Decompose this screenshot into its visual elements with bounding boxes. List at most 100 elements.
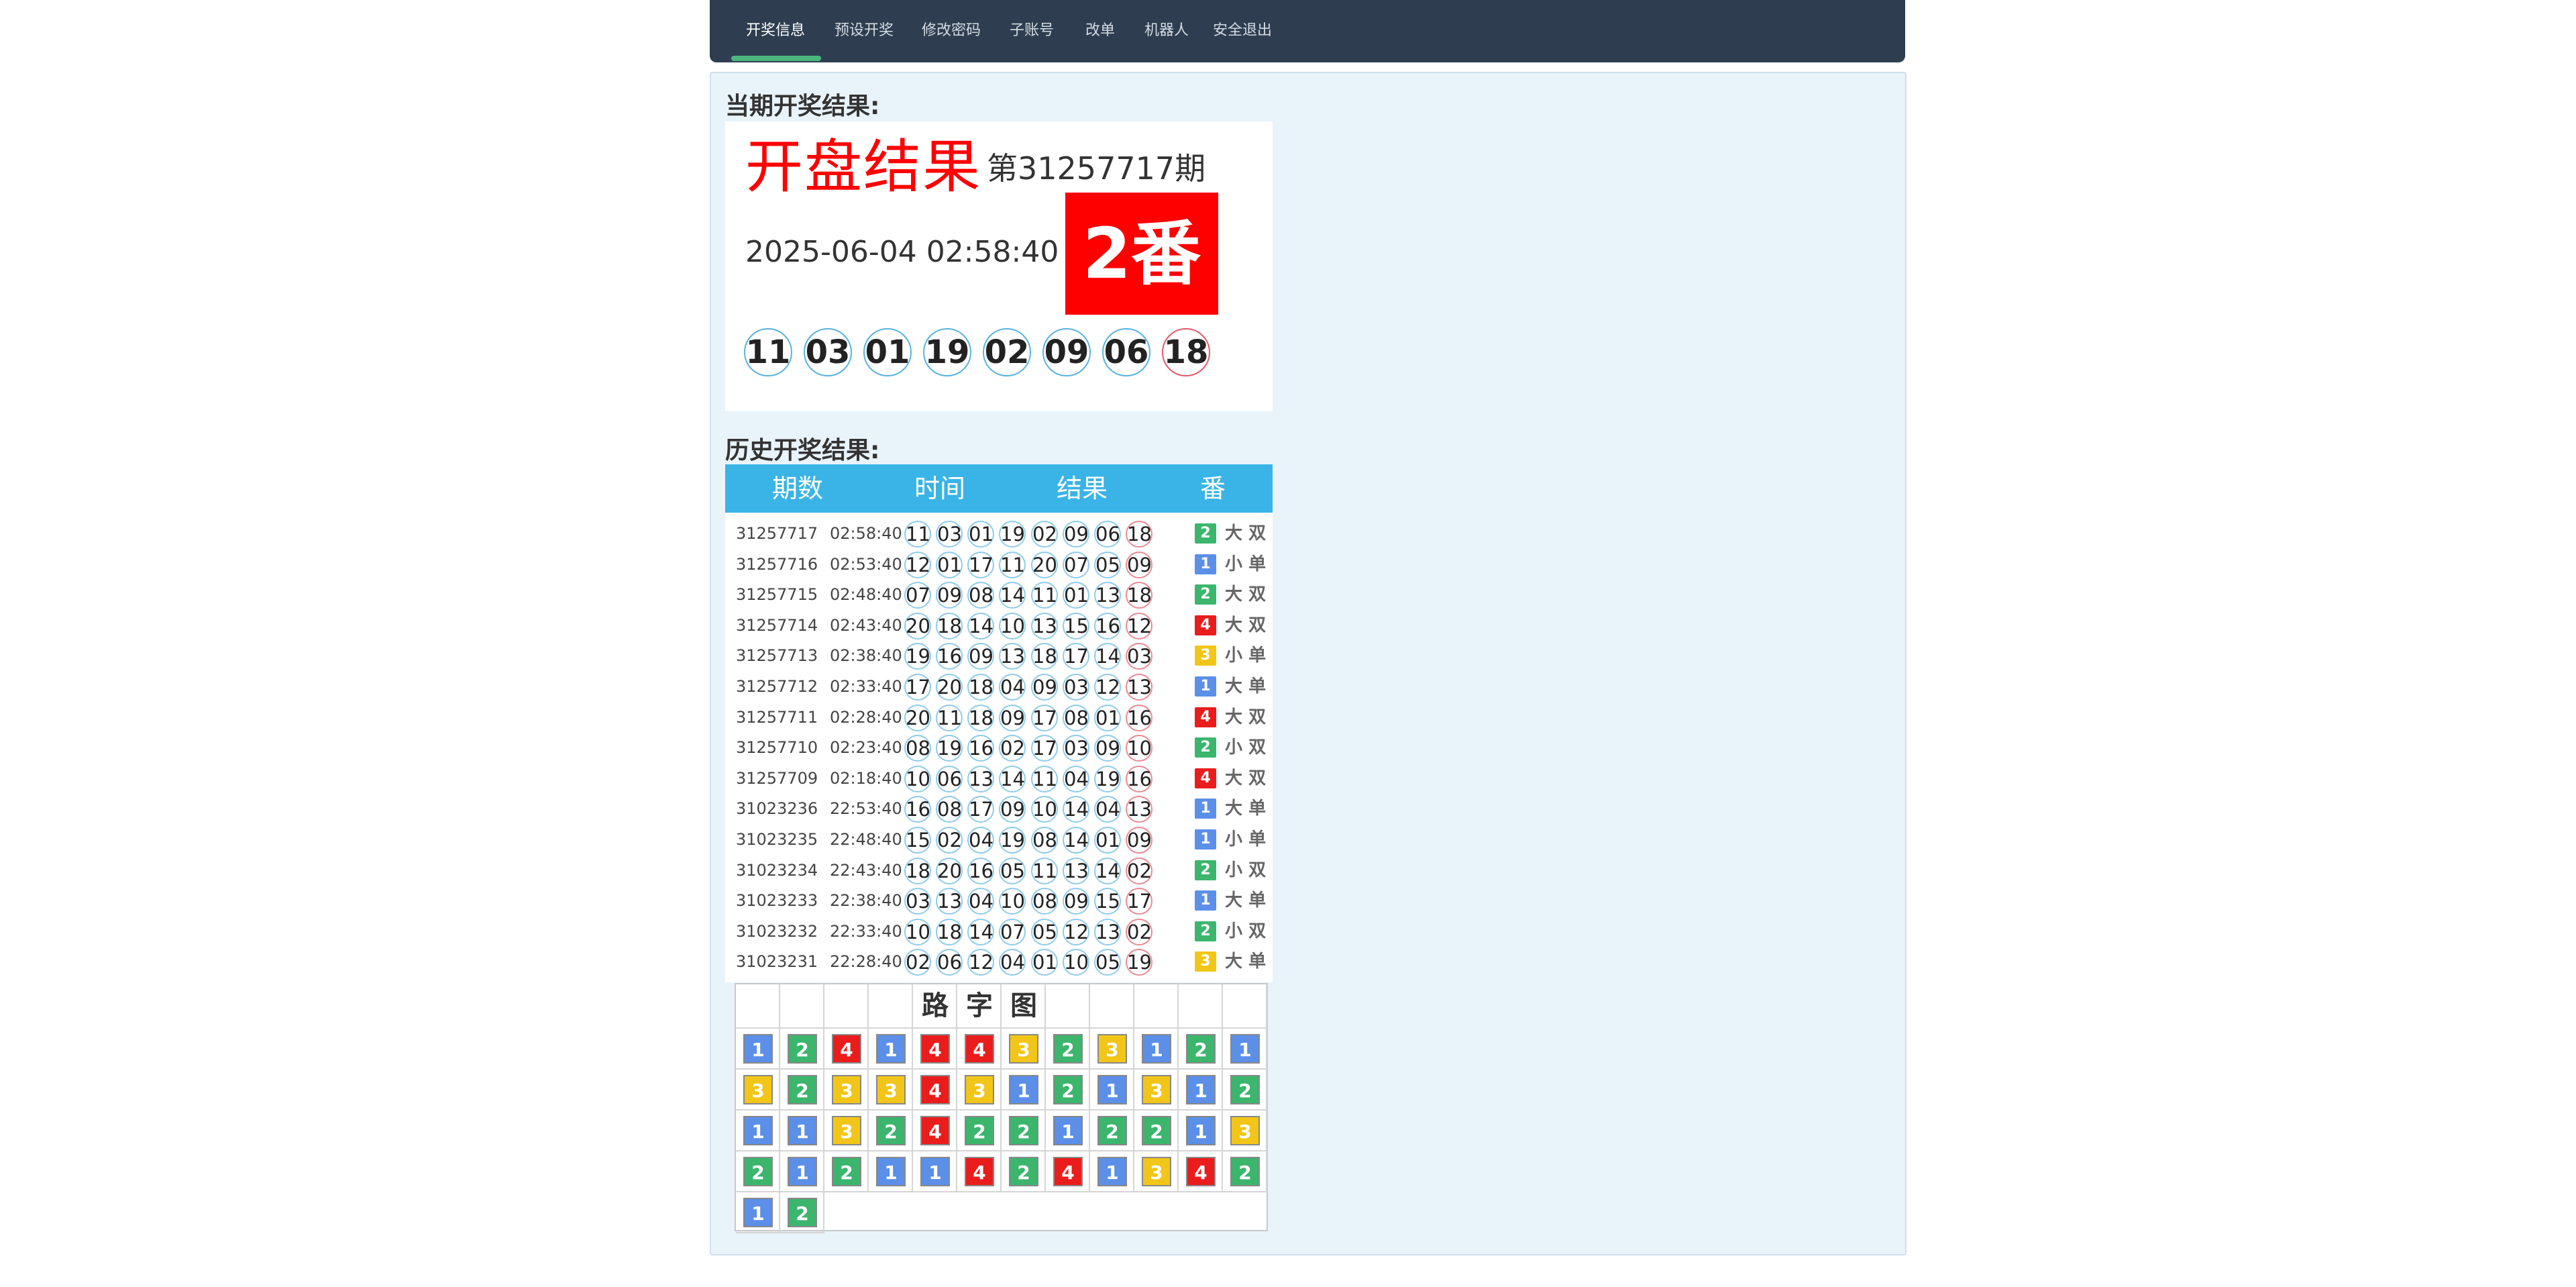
nav-modify-order[interactable]: 改单 [1085, 0, 1115, 62]
row-ball: 15 [904, 827, 931, 854]
row-ball: 02 [1126, 857, 1152, 884]
road-fan-square: 3 [832, 1116, 861, 1145]
row-parity: 单 [1248, 799, 1267, 819]
result-title: 开盘结果 [745, 134, 981, 201]
road-fan-square: 3 [876, 1075, 906, 1104]
road-fan-square: 2 [788, 1034, 817, 1064]
row-ball: 16 [1126, 765, 1152, 792]
nav-sub-account[interactable]: 子账号 [1010, 0, 1054, 62]
row-ball: 13 [1031, 612, 1058, 639]
row-ball: 03 [936, 521, 963, 548]
row-ball: 18 [936, 918, 963, 945]
row-ball: 13 [1063, 857, 1089, 884]
row-ball: 18 [967, 704, 994, 731]
row-ball: 18 [936, 612, 963, 639]
history-row: 31023234 22:43:40 18 20 16 05 11 13 14 02 2 小 双 [725, 855, 1273, 886]
row-ball: 18 [904, 857, 931, 884]
history-row: 31257709 02:18:40 10 06 13 14 11 04 19 16 4 大 双 [725, 763, 1273, 794]
row-size-parity: 小 双 [1225, 855, 1266, 886]
row-issue: 31257709 [736, 768, 818, 788]
road-header-cell [869, 984, 913, 1029]
row-ball: 04 [967, 888, 994, 915]
row-ball: 19 [904, 643, 931, 670]
history-row: 31023232 22:33:40 10 18 14 07 05 12 13 02 2 小 双 [725, 916, 1273, 947]
row-size: 大 [1225, 799, 1243, 819]
road-fan-square: 1 [788, 1157, 817, 1186]
row-ball: 04 [999, 674, 1026, 701]
row-ball: 14 [1063, 827, 1089, 854]
row-ball: 04 [967, 827, 994, 854]
road-fan-square: 2 [743, 1157, 773, 1186]
row-ball: 06 [936, 765, 963, 792]
road-fan-square: 1 [1230, 1034, 1260, 1064]
current-issue: 第31257717期 [987, 150, 1206, 187]
road-chart: 路字图1241443231213233431213121132422122132… [735, 983, 1268, 1233]
row-size-parity: 大 单 [1225, 946, 1266, 977]
row-ball: 15 [1063, 612, 1089, 639]
row-ball: 01 [1063, 582, 1089, 609]
road-fan-square: 3 [1142, 1075, 1171, 1104]
row-ball: 17 [904, 674, 931, 701]
road-fan-square: 1 [1142, 1034, 1171, 1064]
row-issue: 31023233 [736, 891, 818, 911]
road-fan-square: 1 [1097, 1075, 1127, 1104]
road-fan-square: 4 [832, 1034, 861, 1064]
row-ball: 01 [936, 551, 963, 578]
row-size-parity: 小 单 [1225, 824, 1266, 855]
road-header-cell [1046, 984, 1090, 1029]
row-size: 大 [1225, 707, 1243, 727]
road-fan-square: 2 [788, 1075, 817, 1104]
row-ball: 13 [1126, 674, 1152, 701]
row-ball: 05 [1031, 918, 1058, 945]
row-issue: 31257717 [736, 524, 818, 543]
row-ball: 06 [1094, 521, 1121, 548]
row-parity: 双 [1248, 921, 1267, 941]
row-size: 大 [1225, 676, 1243, 697]
nav-robot[interactable]: 机器人 [1144, 0, 1189, 62]
row-ball: 18 [967, 674, 994, 701]
row-fan-badge: 4 [1195, 615, 1216, 635]
row-ball: 10 [999, 612, 1026, 639]
history-row: 31023233 22:38:40 03 13 04 10 08 09 15 17 1 大 单 [725, 885, 1273, 916]
nav-logout[interactable]: 安全退出 [1213, 0, 1272, 62]
row-size-parity: 大 双 [1225, 763, 1266, 794]
header-result: 结果 [1056, 474, 1108, 503]
row-ball: 16 [967, 857, 994, 884]
row-size: 小 [1225, 921, 1243, 941]
row-fan-badge: 1 [1195, 799, 1216, 819]
row-fan-badge: 3 [1195, 951, 1216, 972]
history-row: 31023231 22:28:40 02 06 12 04 01 10 05 19 3 大 单 [725, 946, 1273, 977]
road-fan-square: 1 [876, 1157, 906, 1186]
row-fan-badge: 1 [1195, 829, 1216, 850]
row-ball: 13 [1126, 796, 1152, 823]
road-fan-square: 2 [788, 1198, 817, 1227]
row-ball: 17 [1031, 704, 1058, 731]
row-ball: 20 [904, 704, 931, 731]
app-container: 开奖信息 预设开奖 修改密码 子账号 改单 机器人 安全退出 当期开奖结果: 开… [710, 0, 1907, 1287]
row-fan-badge: 2 [1195, 860, 1216, 880]
row-ball: 14 [967, 612, 994, 639]
row-ball: 17 [1063, 643, 1089, 670]
row-ball: 12 [1094, 674, 1121, 701]
row-issue: 31023231 [736, 952, 818, 972]
row-ball: 18 [1031, 643, 1058, 670]
row-size: 大 [1225, 890, 1243, 911]
row-time: 02:33:40 [830, 677, 902, 696]
road-fan-square: 4 [1053, 1157, 1083, 1186]
road-title-char: 路 [922, 990, 949, 1021]
road-fan-square: 4 [920, 1034, 950, 1064]
row-time: 22:53:40 [830, 799, 902, 819]
nav-change-password[interactable]: 修改密码 [922, 0, 981, 62]
header-time: 时间 [914, 474, 966, 503]
row-ball: 20 [936, 674, 963, 701]
road-fan-square: 2 [1230, 1157, 1260, 1186]
road-fan-square: 3 [832, 1075, 861, 1104]
road-fan-square: 3 [743, 1075, 773, 1104]
nav-draw-info[interactable]: 开奖信息 [746, 0, 805, 62]
row-ball: 09 [1094, 735, 1121, 762]
row-ball: 11 [936, 704, 963, 731]
nav-preset-draw[interactable]: 预设开奖 [835, 0, 894, 62]
current-ball: 06 [1102, 328, 1150, 376]
road-fan-square: 1 [876, 1034, 906, 1064]
row-fan-badge: 1 [1195, 554, 1216, 574]
